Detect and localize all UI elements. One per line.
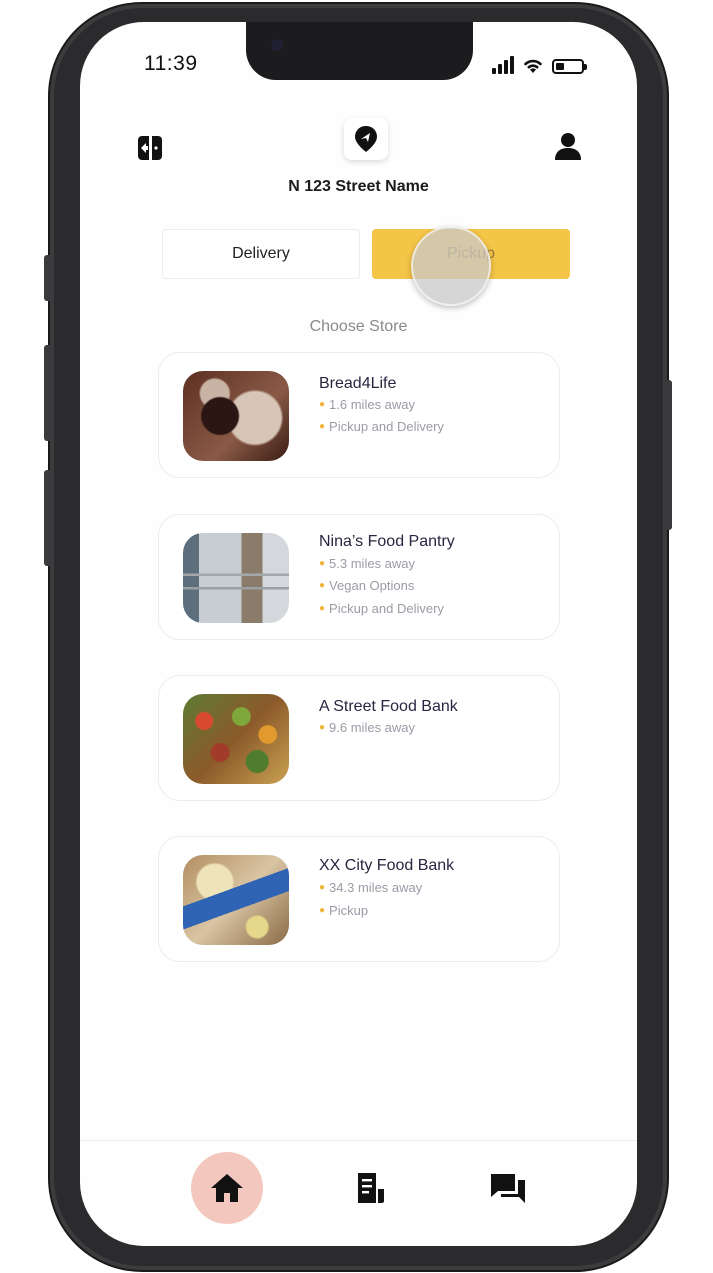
store-detail: ● 34.3 miles away (319, 880, 423, 895)
power-button (664, 380, 672, 530)
battery-icon (552, 59, 587, 74)
store-thumbnail (183, 855, 289, 945)
store-detail: ● 5.3 miles away (319, 556, 416, 571)
location-pin-icon[interactable] (344, 118, 388, 160)
nav-divider (80, 1140, 637, 1141)
cellular-signal-icon (492, 56, 514, 74)
tap-indicator (411, 226, 491, 306)
store-card[interactable]: XX City Food Bank ● 34.3 miles away ● Pick… (158, 836, 560, 962)
nav-orders-button[interactable] (334, 1152, 406, 1224)
status-time: 11:39 (144, 52, 198, 75)
volume-down-button (44, 470, 52, 566)
store-thumbnail (183, 694, 289, 784)
nav-messages-button[interactable] (472, 1152, 544, 1224)
wifi-icon (524, 59, 542, 73)
volume-up-button (44, 345, 52, 441)
front-camera (271, 39, 283, 51)
store-thumbnail (183, 371, 289, 461)
document-icon (358, 1173, 384, 1203)
status-icons (492, 54, 587, 74)
home-icon (211, 1174, 243, 1202)
profile-icon[interactable] (550, 128, 586, 164)
silent-switch (44, 255, 52, 301)
store-detail: ● 1.6 miles away (319, 397, 416, 412)
store-card[interactable]: Bread4Life ● 1.6 miles away ● Pickup and D… (158, 352, 560, 478)
chat-icon (491, 1174, 525, 1203)
delivery-address[interactable]: N 123 Street Name (80, 178, 637, 196)
nav-home-button[interactable] (191, 1152, 263, 1224)
store-thumbnail (183, 533, 289, 623)
logout-icon[interactable] (132, 130, 168, 166)
store-detail: ● Pickup and Delivery (319, 601, 444, 616)
store-detail: ● 9.6 miles away (319, 720, 416, 735)
store-name: XX City Food Bank (319, 857, 455, 874)
store-detail: ● Vegan Options (319, 578, 415, 593)
store-name: Bread4Life (319, 375, 397, 392)
store-name: A Street Food Bank (319, 698, 458, 715)
delivery-toggle-button[interactable]: Delivery (162, 229, 360, 279)
app-screen: 11:39 N 123 Street Name Delivery Choose … (80, 22, 637, 1246)
store-card[interactable]: Nina’s Food Pantry ● 5.3 miles away ● Vega… (158, 514, 560, 640)
store-detail: ● Pickup (319, 903, 369, 918)
store-name: Nina’s Food Pantry (319, 533, 455, 550)
choose-store-label: Choose Store (309, 318, 408, 335)
store-card[interactable]: A Street Food Bank ● 9.6 miles away (158, 675, 560, 801)
store-detail: ● Pickup and Delivery (319, 419, 444, 434)
notch (246, 22, 473, 80)
